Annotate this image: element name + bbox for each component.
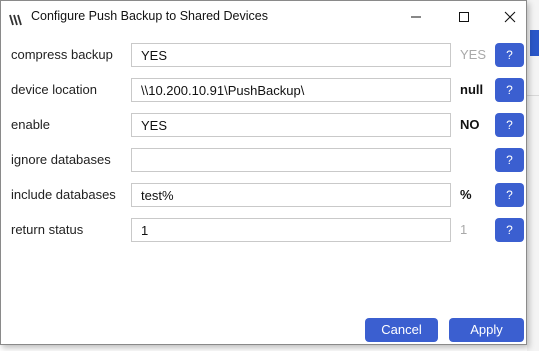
help-button[interactable]: ?	[495, 43, 524, 67]
setting-row-ignore-databases: ignore databases ?	[1, 148, 526, 174]
apply-button[interactable]: Apply	[449, 318, 524, 342]
minimize-icon	[411, 16, 421, 18]
setting-row-return-status: return status 1 ?	[1, 218, 526, 244]
setting-row-include-databases: include databases % ?	[1, 183, 526, 209]
current-value: 1	[460, 222, 468, 237]
setting-label: compress backup	[11, 47, 113, 62]
help-button[interactable]: ?	[495, 218, 524, 242]
background-accent-bar	[530, 30, 539, 56]
setting-row-enable: enable NO ?	[1, 113, 526, 139]
setting-label: ignore databases	[11, 152, 111, 167]
current-value: null	[460, 82, 484, 97]
setting-row-device-location: device location null ?	[1, 78, 526, 104]
maximize-button[interactable]	[441, 1, 487, 33]
include-databases-field[interactable]	[131, 183, 451, 207]
setting-label: enable	[11, 117, 51, 132]
help-button[interactable]: ?	[495, 78, 524, 102]
current-value: YES	[460, 47, 487, 62]
background-divider	[527, 95, 539, 96]
setting-label: device location	[11, 82, 97, 97]
help-button[interactable]: ?	[495, 113, 524, 137]
minimize-button[interactable]	[393, 1, 439, 33]
help-button[interactable]: ?	[495, 183, 524, 207]
cancel-button[interactable]: Cancel	[365, 318, 438, 342]
return-status-field[interactable]	[131, 218, 451, 242]
push-backup-dialog: Configure Push Backup to Shared Devices …	[0, 0, 527, 345]
setting-label: include databases	[11, 187, 116, 202]
device-location-field[interactable]	[131, 78, 451, 102]
maximize-icon	[459, 12, 469, 22]
setting-row-compress-backup: compress backup YES ?	[1, 43, 526, 69]
enable-field[interactable]	[131, 113, 451, 137]
compress-backup-field[interactable]	[131, 43, 451, 67]
close-icon	[504, 11, 516, 23]
current-value: NO	[460, 117, 480, 132]
app-logo-icon	[9, 11, 23, 26]
ignore-databases-field[interactable]	[131, 148, 451, 172]
title-bar: Configure Push Backup to Shared Devices	[1, 1, 526, 33]
close-button[interactable]	[487, 1, 533, 33]
help-button[interactable]: ?	[495, 148, 524, 172]
setting-label: return status	[11, 222, 84, 237]
window-title: Configure Push Backup to Shared Devices	[31, 9, 268, 23]
screen: Configure Push Backup to Shared Devices …	[0, 0, 539, 351]
current-value: %	[460, 187, 472, 202]
